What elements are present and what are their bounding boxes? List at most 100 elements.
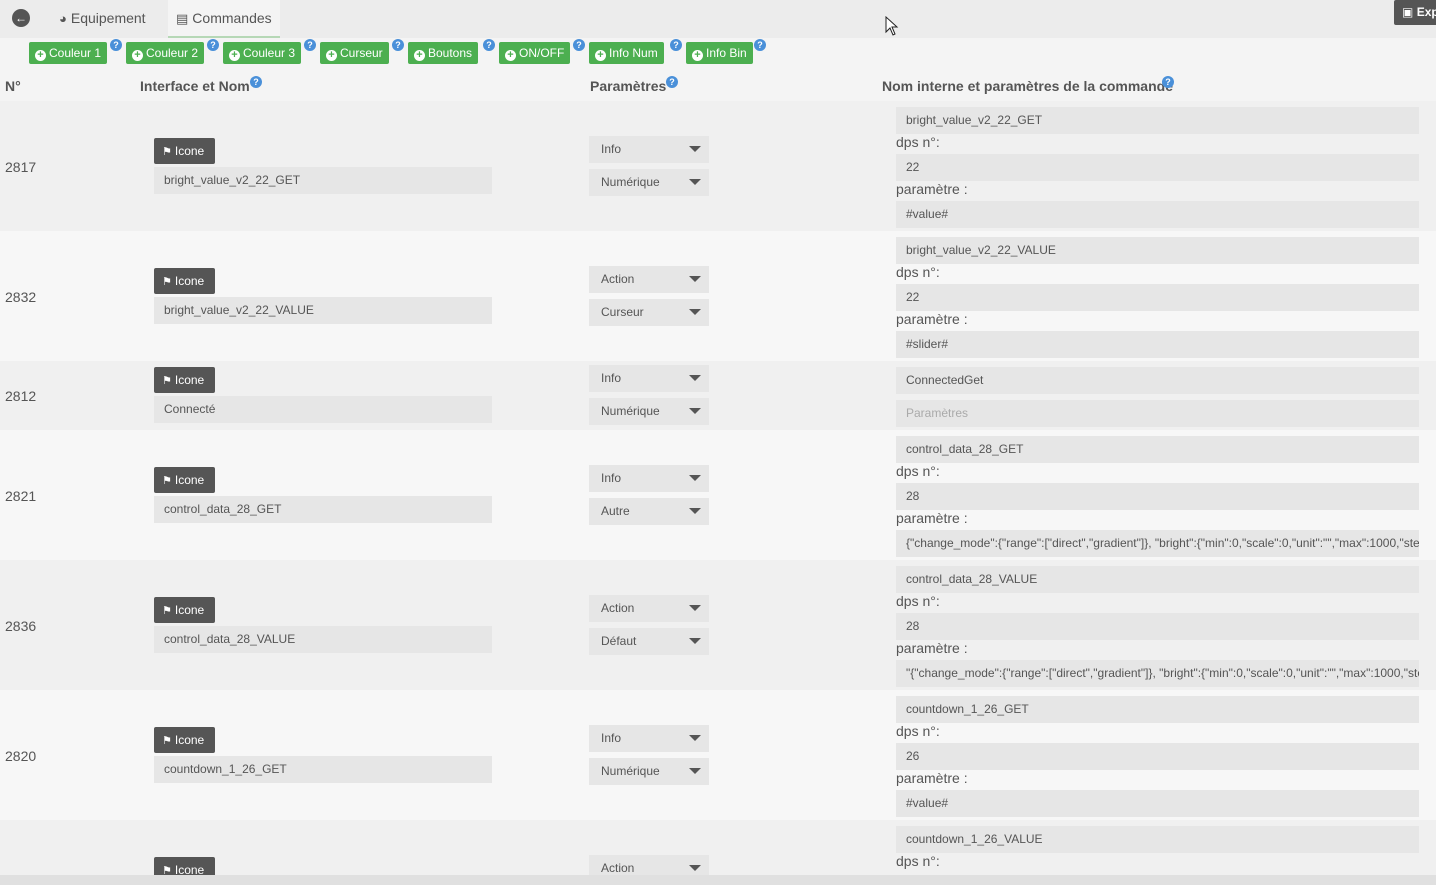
internal-name-input[interactable]: countdown_1_26_GET — [896, 696, 1419, 723]
help-icon[interactable]: ? — [392, 39, 404, 51]
help-icon[interactable]: ? — [207, 39, 219, 51]
add-couleur2-button[interactable]: + Couleur 2 — [126, 42, 205, 64]
param-input[interactable]: #slider# — [896, 331, 1419, 358]
icon-button-label: Icone — [174, 863, 205, 875]
internal-name-input[interactable]: countdown_1_26_VALUE — [896, 826, 1419, 853]
flag-icon: ⚑ — [162, 375, 172, 387]
type-value: Info — [601, 471, 622, 485]
icon-button[interactable]: ⚑ Icone — [154, 138, 215, 164]
help-icon[interactable]: ? — [483, 39, 495, 51]
horizontal-scrollbar[interactable] — [0, 875, 1436, 885]
dps-label: dps n°: — [896, 853, 940, 869]
tab-label: Equipement — [70, 10, 146, 26]
help-icon[interactable]: ? — [1162, 76, 1174, 88]
help-icon[interactable]: ? — [573, 39, 585, 51]
type-select[interactable]: Action — [589, 595, 709, 622]
dps-label: dps n°: — [896, 264, 940, 280]
name-input[interactable]: bright_value_v2_22_VALUE — [154, 297, 492, 324]
subtype-select[interactable]: Numérique — [589, 758, 709, 785]
row-id: 2832 — [5, 289, 37, 305]
add-boutons-button[interactable]: + Boutons — [408, 42, 479, 64]
help-icon[interactable]: ? — [304, 39, 316, 51]
chevron-down-icon — [689, 408, 701, 414]
plus-icon: + — [595, 50, 606, 61]
help-icon[interactable]: ? — [754, 39, 766, 51]
tab-equipement[interactable]: ◕ Equipement — [51, 0, 154, 38]
internal-name-input[interactable]: bright_value_v2_22_GET — [896, 107, 1419, 134]
subtype-select[interactable]: Autre — [589, 498, 709, 525]
help-icon[interactable]: ? — [670, 39, 682, 51]
icon-button-label: Icone — [174, 144, 205, 158]
header-num: N° — [5, 78, 21, 94]
type-select[interactable]: Info — [589, 365, 709, 392]
type-select[interactable]: Action — [589, 855, 709, 875]
name-input[interactable]: control_data_28_GET — [154, 496, 492, 523]
arrow-left-icon[interactable]: ← — [12, 9, 30, 27]
add-onoff-button[interactable]: + ON/OFF — [499, 42, 571, 64]
add-infonum-button[interactable]: + Info Num — [589, 42, 664, 64]
icon-button-label: Icone — [174, 373, 205, 387]
row-id: 2836 — [5, 618, 37, 634]
flag-icon: ⚑ — [162, 605, 172, 617]
subtype-select[interactable]: Défaut — [589, 628, 709, 655]
dps-input[interactable]: 28 — [896, 613, 1419, 640]
flag-icon: ⚑ — [162, 475, 172, 487]
tab-commandes[interactable]: ▤ Commandes — [168, 0, 280, 38]
export-button[interactable]: ▣ Exp — [1394, 0, 1436, 25]
plus-icon: + — [229, 50, 240, 61]
type-select[interactable]: Info — [589, 136, 709, 163]
internal-name-input[interactable]: control_data_28_VALUE — [896, 566, 1419, 593]
table-row: 2820 ⚑ Icone countdown_1_26_GET Info Numé… — [0, 690, 1436, 820]
param-input[interactable]: #value# — [896, 790, 1419, 817]
param-input[interactable]: Paramètres — [896, 400, 1419, 427]
chevron-down-icon — [689, 605, 701, 611]
param-input[interactable]: "{"change_mode":{"range":["direct","grad… — [896, 660, 1419, 687]
help-icon[interactable]: ? — [250, 76, 262, 88]
header-internal-label: Nom interne et paramètres de la commande — [882, 78, 1173, 94]
internal-name-input[interactable]: bright_value_v2_22_VALUE — [896, 237, 1419, 264]
icon-button[interactable]: ⚑ Icone — [154, 367, 215, 393]
row-id: 2821 — [5, 488, 37, 504]
flag-icon: ⚑ — [162, 735, 172, 747]
subtype-select[interactable]: Numérique — [589, 398, 709, 425]
help-icon[interactable]: ? — [110, 39, 122, 51]
dps-label: dps n°: — [896, 134, 940, 150]
plus-icon: + — [326, 50, 337, 61]
name-input[interactable]: countdown_1_26_GET — [154, 756, 492, 783]
add-couleur1-button[interactable]: + Couleur 1 — [29, 42, 108, 64]
type-select[interactable]: Info — [589, 725, 709, 752]
internal-name-input[interactable]: control_data_28_GET — [896, 436, 1419, 463]
dps-input[interactable]: 22 — [896, 154, 1419, 181]
plus-icon: + — [132, 50, 143, 61]
subtype-select[interactable]: Numérique — [589, 169, 709, 196]
icon-button[interactable]: ⚑ Icone — [154, 268, 215, 294]
dps-input[interactable]: 28 — [896, 483, 1419, 510]
param-input[interactable]: #value# — [896, 201, 1419, 228]
header-interface: Interface et Nom — [140, 78, 250, 94]
add-curseur-button[interactable]: + Curseur — [320, 42, 389, 64]
name-input[interactable]: control_data_28_VALUE — [154, 626, 492, 653]
type-select[interactable]: Info — [589, 465, 709, 492]
icon-button[interactable]: ⚑ Icone — [154, 467, 215, 493]
name-input[interactable]: Connecté — [154, 396, 492, 423]
chevron-down-icon — [689, 865, 701, 871]
icon-button-label: Icone — [174, 274, 205, 288]
help-icon[interactable]: ? — [666, 76, 678, 88]
icon-button[interactable]: ⚑ Icone — [154, 857, 215, 875]
dps-input[interactable]: 22 — [896, 284, 1419, 311]
plus-icon: + — [505, 50, 516, 61]
dps-input[interactable]: 26 — [896, 743, 1419, 770]
add-infobin-button[interactable]: + Info Bin — [686, 42, 753, 64]
icon-button[interactable]: ⚑ Icone — [154, 727, 215, 753]
table-row: 2836 ⚑ Icone control_data_28_VALUE Action… — [0, 560, 1436, 690]
dashboard-icon: ◕ — [59, 11, 67, 26]
type-select[interactable]: Action — [589, 266, 709, 293]
icon-button[interactable]: ⚑ Icone — [154, 597, 215, 623]
internal-name-input[interactable]: ConnectedGet — [896, 367, 1419, 394]
param-input[interactable]: {"change_mode":{"range":["direct","gradi… — [896, 530, 1419, 557]
add-couleur3-button[interactable]: + Couleur 3 — [223, 42, 302, 64]
subtype-select[interactable]: Curseur — [589, 299, 709, 326]
name-input[interactable]: bright_value_v2_22_GET — [154, 167, 492, 194]
icon-button-label: Icone — [174, 603, 205, 617]
chevron-down-icon — [689, 179, 701, 185]
